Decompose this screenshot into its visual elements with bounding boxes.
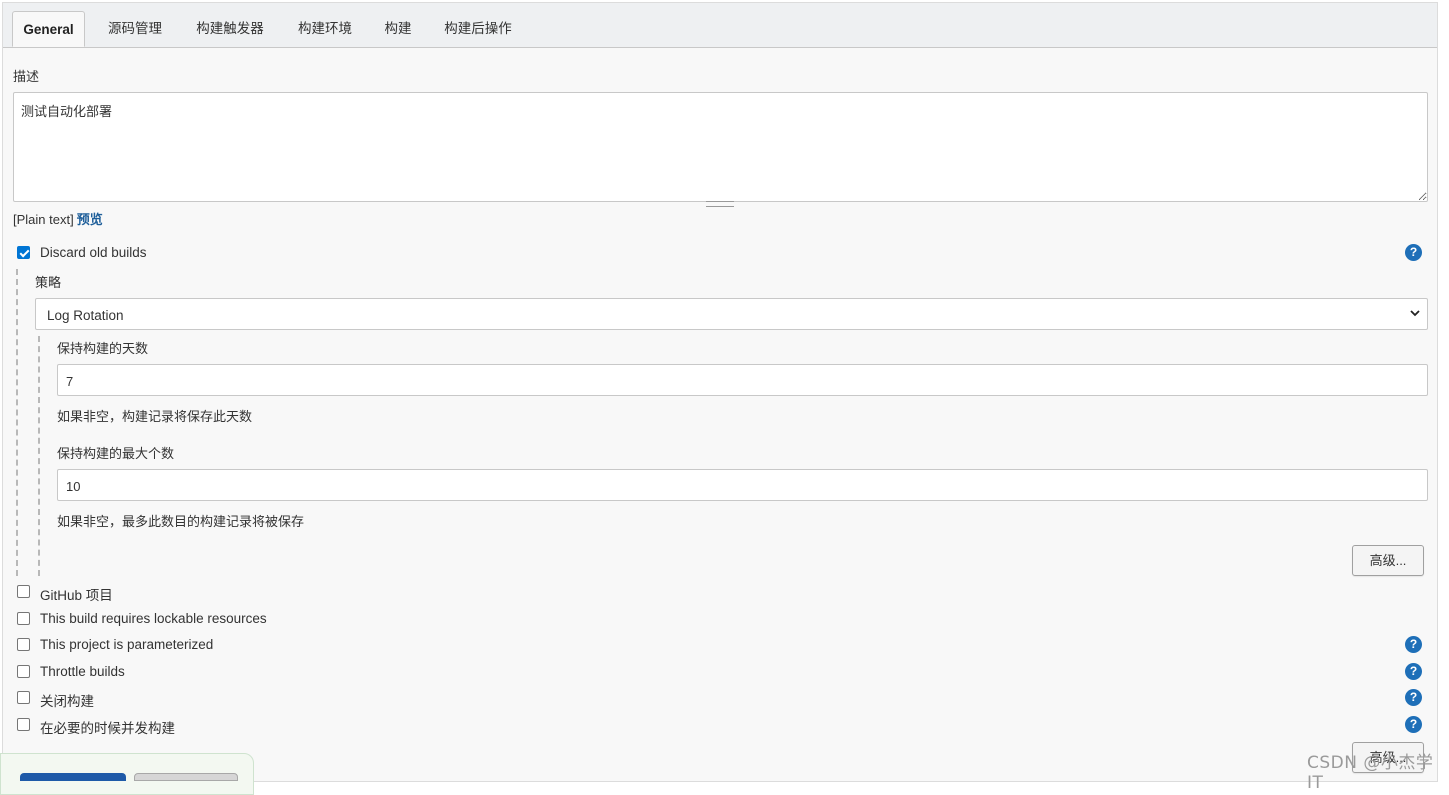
lockable-resources-label[interactable]: This build requires lockable resources	[40, 611, 267, 626]
disable-build-help-icon[interactable]: ?	[1405, 689, 1422, 706]
description-textarea[interactable]: 测试自动化部署	[13, 92, 1428, 202]
strategy-label: 策略	[35, 275, 62, 290]
parameterized-checkbox[interactable]	[17, 638, 30, 651]
max-builds-label: 保持构建的最大个数	[57, 446, 175, 461]
days-to-keep-value: 7	[66, 374, 74, 389]
save-button[interactable]	[20, 773, 126, 781]
concurrent-build-help-icon[interactable]: ?	[1405, 716, 1422, 733]
resize-grip-icon[interactable]	[706, 201, 734, 207]
tab-build[interactable]: 构建	[377, 11, 419, 47]
log-rotation-section-border	[38, 336, 40, 576]
apply-button[interactable]	[134, 773, 238, 781]
max-builds-input[interactable]: 10	[57, 469, 1428, 501]
days-to-keep-hint: 如果非空，构建记录将保存此天数	[57, 409, 253, 424]
github-project-label[interactable]: GitHub 项目	[40, 584, 113, 604]
description-label: 描述	[13, 69, 40, 84]
plain-text-label: [Plain text]	[13, 212, 74, 227]
strategy-selected-value: Log Rotation	[47, 308, 124, 323]
days-to-keep-input[interactable]: 7	[57, 364, 1428, 396]
max-builds-hint: 如果非空，最多此数目的构建记录将被保存	[57, 514, 305, 529]
description-format-row: [Plain text] 预览	[13, 209, 103, 228]
advanced-button[interactable]: 高级...	[1352, 545, 1424, 576]
discard-old-builds-checkbox[interactable]	[17, 246, 30, 259]
concurrent-build-checkbox[interactable]	[17, 718, 30, 731]
parameterized-help-icon[interactable]: ?	[1405, 636, 1422, 653]
discard-old-builds-label[interactable]: Discard old builds	[40, 245, 147, 260]
discard-old-builds-help-icon[interactable]: ?	[1405, 244, 1422, 261]
job-config-panel: General 源码管理 构建触发器 构建环境 构建 构建后操作 描述 测试自动…	[2, 2, 1438, 782]
throttle-builds-label[interactable]: Throttle builds	[40, 664, 125, 679]
throttle-builds-checkbox[interactable]	[17, 665, 30, 678]
max-builds-value: 10	[66, 479, 81, 494]
discard-section-border	[16, 269, 18, 576]
preview-link[interactable]: 预览	[77, 212, 103, 227]
tab-source-code-management[interactable]: 源码管理	[99, 11, 171, 47]
disable-build-label[interactable]: 关闭构建	[40, 690, 94, 710]
tab-general[interactable]: General	[12, 11, 85, 47]
strategy-select[interactable]: Log Rotation	[35, 298, 1428, 330]
tab-post-build-actions[interactable]: 构建后操作	[435, 11, 521, 47]
github-project-checkbox[interactable]	[17, 585, 30, 598]
watermark: CSDN @小杰学IT	[1307, 753, 1434, 793]
days-to-keep-label: 保持构建的天数	[57, 341, 149, 356]
disable-build-checkbox[interactable]	[17, 691, 30, 704]
concurrent-build-label[interactable]: 在必要的时候并发构建	[40, 717, 175, 737]
tab-build-environment[interactable]: 构建环境	[289, 11, 361, 47]
throttle-builds-help-icon[interactable]: ?	[1405, 663, 1422, 680]
lockable-resources-checkbox[interactable]	[17, 612, 30, 625]
parameterized-label[interactable]: This project is parameterized	[40, 637, 213, 652]
config-tab-bar: General 源码管理 构建触发器 构建环境 构建 构建后操作	[3, 3, 1437, 48]
chevron-down-icon	[1409, 307, 1421, 322]
tab-build-triggers[interactable]: 构建触发器	[187, 11, 273, 47]
